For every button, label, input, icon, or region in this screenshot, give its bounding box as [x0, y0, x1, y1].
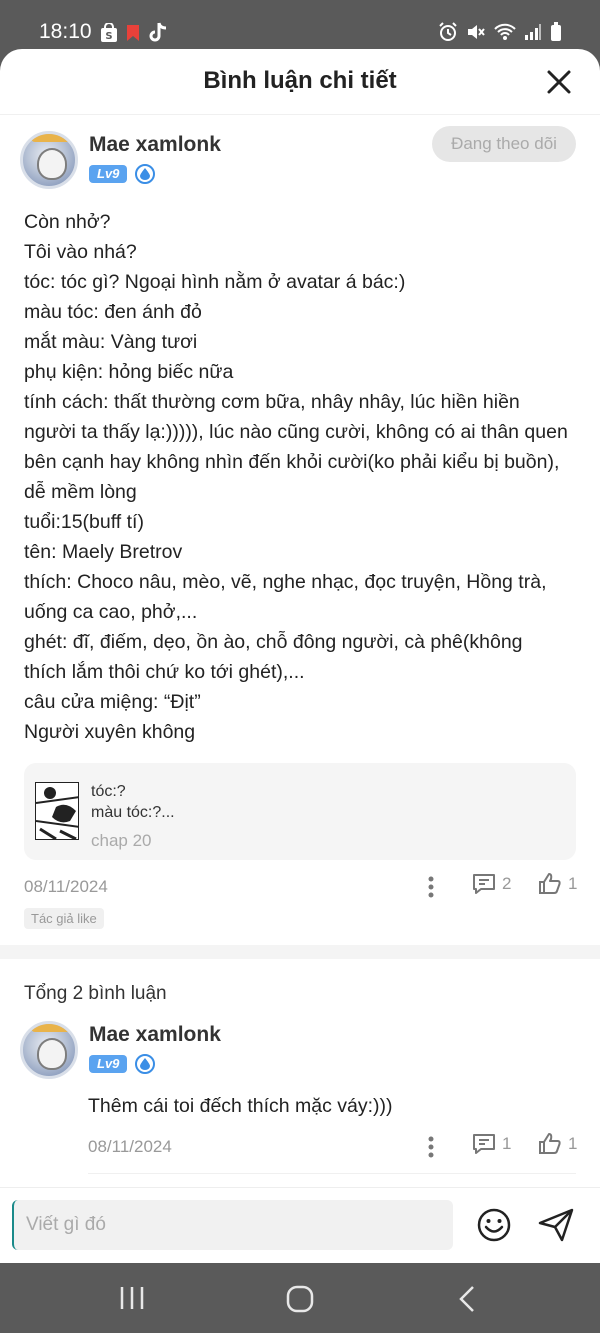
status-time: 18:10	[39, 20, 92, 43]
drop-badge-icon	[135, 164, 156, 184]
reply-date: 08/11/2024	[88, 1137, 172, 1156]
author-info: Mae xamlonk Lv9	[89, 1023, 221, 1079]
like-count: 1	[568, 874, 578, 893]
thumbs-up-icon	[539, 1133, 561, 1154]
comment-text: Còn nhở? Tôi vào nhá? tóc: tóc gì? Ngoại…	[24, 211, 568, 743]
status-left-icons: S	[100, 22, 168, 49]
like-button[interactable]: 1	[538, 1132, 577, 1156]
comment-input[interactable]	[12, 1200, 453, 1250]
quote-chapter: chap 20	[91, 831, 152, 850]
signal-icon	[524, 23, 542, 46]
user-name[interactable]: Mae xamlonk	[89, 1023, 221, 1047]
comment-author: Mae xamlonk Lv9	[20, 131, 221, 189]
quote-line: màu tóc:?...	[91, 804, 175, 821]
reply-text: Thêm cái toi đếch thích mặc váy:)))	[88, 1095, 393, 1117]
more-vertical-icon	[428, 1136, 434, 1158]
reply-author: Mae xamlonk Lv9	[20, 1021, 221, 1079]
reply-meta: 08/11/2024 1 1	[88, 1132, 577, 1162]
status-right-icons	[438, 22, 562, 47]
more-options-button[interactable]	[428, 876, 434, 898]
thumbs-up-icon	[539, 873, 561, 894]
author-like-badge: Tác giả like	[24, 908, 104, 929]
send-icon	[538, 1208, 574, 1242]
system-nav-bar	[0, 1263, 600, 1333]
reply-button[interactable]: 2	[472, 872, 511, 896]
back-button[interactable]	[458, 1285, 476, 1318]
mute-icon	[466, 22, 486, 47]
svg-text:S: S	[105, 31, 112, 42]
section-divider	[0, 945, 600, 959]
quote-card[interactable]: tóc:? màu tóc:?... chap 20	[24, 763, 576, 860]
level-badge: Lv9	[89, 1055, 128, 1073]
shopping-bag-icon: S	[100, 22, 118, 48]
emoji-button[interactable]	[476, 1207, 512, 1243]
drop-badge-icon	[135, 1054, 156, 1074]
comment-icon	[473, 1134, 495, 1154]
badges: Lv9	[89, 164, 221, 184]
comment-detail-sheet: Bình luận chi tiết Mae xamlonk Lv9 Đang …	[0, 49, 600, 1263]
comment-input-bar	[0, 1187, 600, 1263]
recent-apps-button[interactable]	[119, 1285, 145, 1316]
reply-count: 2	[502, 874, 512, 893]
quote-line: tóc:?	[91, 783, 126, 800]
follow-button[interactable]: Đang theo dõi	[432, 126, 576, 162]
comment-date: 08/11/2024	[24, 877, 108, 896]
manga-thumbnail	[35, 782, 79, 840]
back-icon	[459, 1286, 474, 1312]
battery-icon	[550, 22, 562, 47]
avatar[interactable]	[20, 1021, 78, 1079]
more-options-button[interactable]	[428, 1136, 434, 1158]
comment-meta: 08/11/2024 2 1	[24, 872, 577, 902]
home-button[interactable]	[286, 1285, 314, 1318]
alarm-icon	[438, 22, 458, 47]
more-vertical-icon	[428, 876, 434, 898]
bookmark-icon	[126, 24, 140, 47]
reply-button[interactable]: 1	[472, 1132, 511, 1156]
send-button[interactable]	[537, 1207, 575, 1243]
page-title: Bình luận chi tiết	[203, 67, 397, 94]
user-name[interactable]: Mae xamlonk	[89, 133, 221, 157]
author-info: Mae xamlonk Lv9	[89, 133, 221, 189]
like-count: 1	[568, 1134, 578, 1153]
close-icon	[547, 70, 571, 94]
total-replies-label: Tổng 2 bình luận	[24, 983, 167, 1004]
close-button[interactable]	[546, 69, 572, 95]
badges: Lv9	[89, 1054, 221, 1074]
wifi-icon	[494, 23, 516, 46]
emoji-icon	[477, 1208, 511, 1242]
reply-count: 1	[502, 1134, 512, 1153]
level-badge: Lv9	[89, 165, 128, 183]
comment-icon	[473, 874, 495, 894]
avatar[interactable]	[20, 131, 78, 189]
divider	[88, 1173, 576, 1174]
home-icon	[286, 1285, 314, 1313]
like-button[interactable]: 1	[538, 872, 577, 896]
tiktok-icon	[148, 22, 168, 49]
recent-apps-icon	[120, 1287, 144, 1309]
sheet-header: Bình luận chi tiết	[0, 49, 600, 115]
